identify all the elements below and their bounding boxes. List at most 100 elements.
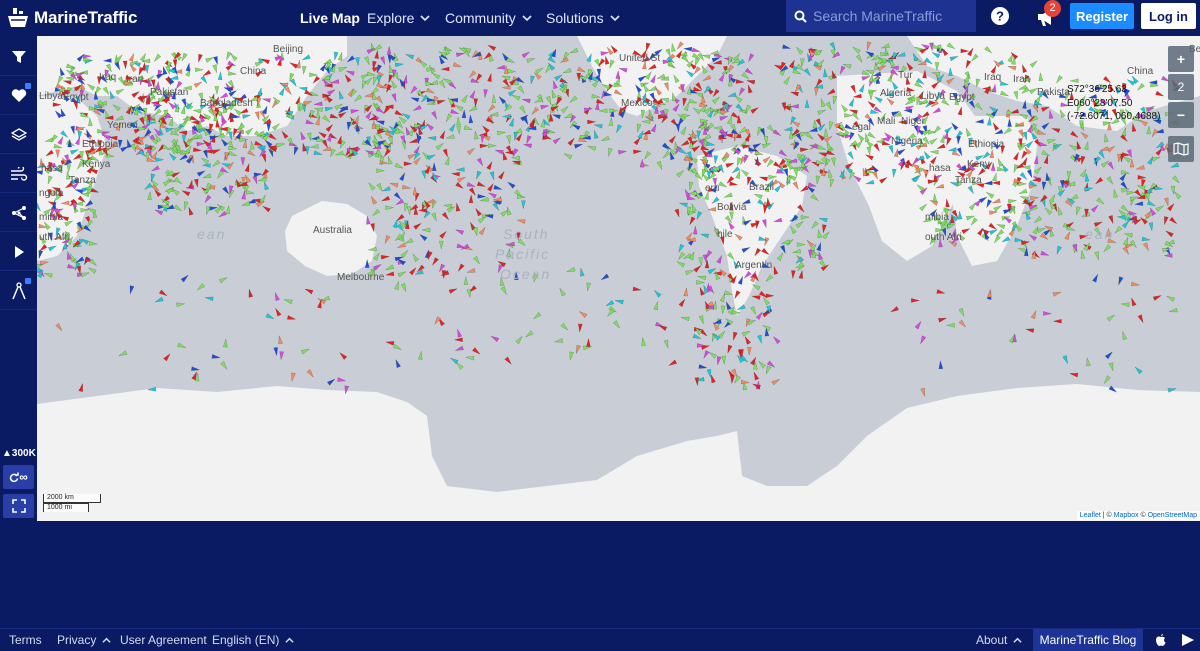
map-label-namibia-repeat: mibia: [925, 212, 949, 223]
nav-community[interactable]: Community: [445, 0, 532, 36]
map-label-egypt-repeat: Egypt: [949, 92, 975, 103]
coord-decimal: (-72.6071, 060.4688): [1067, 111, 1161, 122]
nav-explore[interactable]: Explore: [367, 0, 431, 36]
mapbox-link[interactable]: Mapbox: [1114, 512, 1139, 519]
map-label-south-africa-repeat: outh Afri: [925, 232, 962, 243]
filter-button[interactable]: [0, 38, 37, 76]
map-label-algeria: Algeria: [880, 88, 912, 99]
footer-about-label: About: [976, 633, 1008, 647]
map-label-nigeria: Nigeria: [891, 136, 923, 147]
coord-latitude: S72°36'25.63: [1067, 84, 1127, 95]
nav-live-map[interactable]: Live Map: [300, 0, 360, 36]
favorites-button[interactable]: [0, 77, 37, 115]
footer-blog-link[interactable]: MarineTraffic Blog: [1033, 629, 1143, 651]
nav-explore-label: Explore: [367, 10, 415, 26]
map-label-china: China: [240, 66, 267, 77]
coord-longitude: E060°28'07.50: [1067, 97, 1133, 109]
map-label-ethiopia-repeat: Ethiopia: [968, 139, 1005, 150]
chevron-down-icon: [522, 15, 532, 22]
osm-link[interactable]: OpenStreetMap: [1148, 512, 1197, 519]
routes-button[interactable]: [0, 194, 37, 232]
map-label-angola: ngola: [39, 188, 64, 199]
logo-text: MarineTraffic: [34, 8, 138, 27]
leaflet-link[interactable]: Leaflet: [1080, 512, 1101, 519]
map-label-bolivia: Bolivia: [717, 202, 747, 213]
register-button[interactable]: Register: [1070, 3, 1134, 29]
nav-community-label: Community: [445, 10, 516, 26]
apple-icon[interactable]: [1154, 633, 1167, 647]
help-icon[interactable]: ?: [990, 6, 1010, 26]
map-icon: [1173, 142, 1189, 156]
zoom-controls: + 2 −: [1168, 46, 1194, 130]
google-play-icon[interactable]: [1181, 633, 1195, 647]
map-label-mexico: Mexico: [621, 98, 653, 109]
scale-km: 2000 km: [43, 494, 101, 503]
map-label-turkey: Tur: [898, 70, 913, 81]
fullscreen-button[interactable]: [3, 494, 34, 518]
expand-icon: [11, 499, 26, 513]
map-label-chile: hile: [717, 229, 733, 240]
footer-privacy-link[interactable]: Privacy: [57, 633, 111, 647]
zoom-out-button[interactable]: −: [1168, 102, 1194, 128]
footer-language-select[interactable]: English (EN): [212, 633, 294, 647]
live-map[interactable]: Beijing China Iraq Iran Libya Egypt Paki…: [37, 36, 1200, 521]
filter-icon: [11, 50, 26, 63]
map-layers-button[interactable]: [1168, 136, 1194, 162]
zoom-in-button[interactable]: +: [1168, 46, 1194, 72]
map-label-niger: Niger: [901, 116, 925, 127]
top-header: MarineTraffic Live Map Explore Community…: [0, 0, 1200, 36]
map-label-libya-repeat: Libya: [921, 91, 945, 102]
footer-user-agreement-label: User Agreement: [120, 633, 207, 647]
map-label-iran-repeat: Iran: [1013, 74, 1031, 85]
layers-icon: [10, 127, 27, 141]
layers-side-button[interactable]: [0, 116, 37, 154]
footer-terms-link[interactable]: Terms: [9, 633, 42, 647]
footer-terms-label: Terms: [9, 633, 42, 647]
marinetraffic-logo[interactable]: MarineTraffic: [6, 5, 137, 31]
map-label-shasa: hasa: [41, 163, 63, 174]
search-input[interactable]: [813, 8, 973, 24]
map-label-beijing: Beijing: [273, 44, 304, 55]
loop-toggle-button[interactable]: ∞: [3, 465, 34, 489]
map-label-tanzania: Tanza: [69, 175, 96, 186]
map-label-ethiopia: Ethiopia: [82, 139, 119, 150]
ocean-label-indian-right: ean: [1085, 226, 1115, 242]
page-footer: Terms Privacy User Agreement English (EN…: [0, 628, 1200, 651]
ocean-label-pacific: Pacific: [495, 246, 551, 262]
footer-about-link[interactable]: About: [976, 633, 1022, 647]
infinity-label: ∞: [19, 470, 28, 484]
wind-icon: [10, 166, 27, 181]
ship-logo-icon: [8, 8, 28, 27]
playback-button[interactable]: [0, 233, 37, 271]
map-label-peru: eru: [705, 183, 720, 194]
scale-bar: 2000 km 1000 mi: [43, 494, 101, 512]
scale-mi: 1000 mi: [43, 503, 89, 512]
lock-icon: [25, 83, 31, 89]
map-label-kenya: Kenya: [82, 159, 111, 170]
search-icon: [794, 10, 807, 23]
weather-button[interactable]: [0, 155, 37, 193]
play-icon: [14, 245, 24, 258]
chevron-up-icon: [285, 637, 294, 643]
chevron-down-icon: [610, 15, 620, 22]
map-label-melbourne: Melbourne: [337, 272, 385, 283]
search-box[interactable]: [786, 0, 976, 32]
map-label-iran: Iran: [126, 74, 144, 85]
cursor-coordinates: S72°36'25.63 E060°28'07.50 (-72.6071, 06…: [1067, 83, 1160, 124]
footer-language-label: English (EN): [212, 633, 280, 647]
footer-privacy-label: Privacy: [57, 633, 97, 647]
footer-user-agreement-link[interactable]: User Agreement: [120, 633, 207, 647]
map-label-united-states: United St: [619, 53, 661, 64]
nav-solutions[interactable]: Solutions: [546, 0, 620, 36]
map-label-pakistan-repeat: Pakista: [1037, 87, 1070, 98]
map-label-south-africa: uth Afri: [39, 232, 71, 243]
lock-icon: [25, 278, 31, 284]
ocean-label-indian-left: ean: [197, 226, 227, 242]
login-button[interactable]: Log in: [1141, 3, 1196, 29]
attribution-sep: | ©: [1100, 512, 1114, 519]
svg-text:?: ?: [996, 9, 1004, 24]
map-label-shasa-repeat: hasa: [929, 163, 951, 174]
measure-button[interactable]: [0, 272, 37, 310]
attribution-sep: ©: [1138, 512, 1148, 519]
map-label-senegal: egal: [852, 122, 871, 133]
